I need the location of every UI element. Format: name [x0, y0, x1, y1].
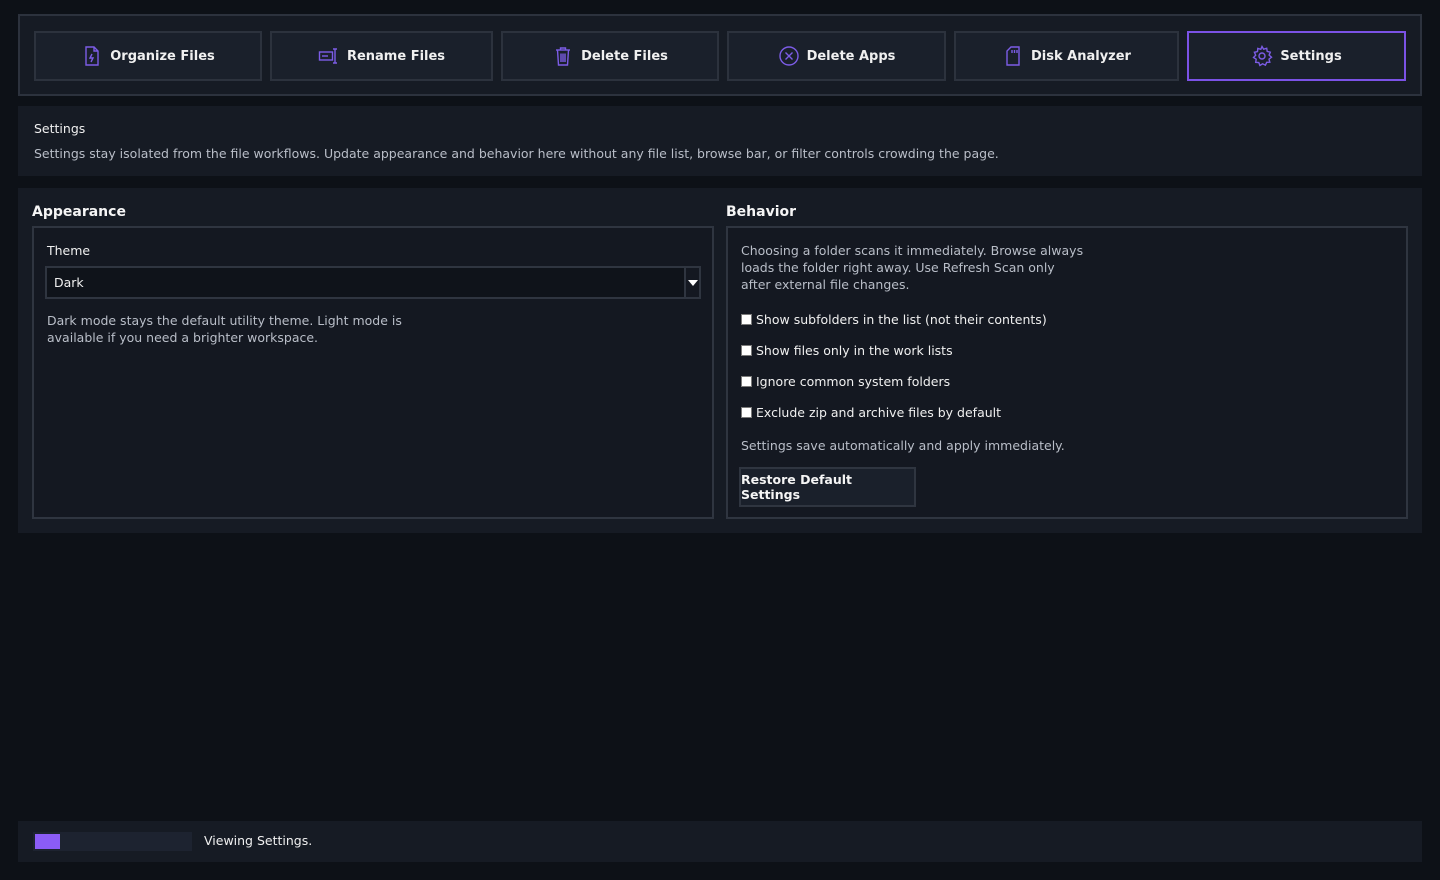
status-bar: Viewing Settings.	[18, 821, 1422, 862]
page-description: Settings stay isolated from the file wor…	[34, 146, 999, 161]
option-label: Show files only in the work lists	[756, 343, 953, 358]
tab-label: Delete Files	[581, 48, 668, 64]
tab-delete-apps[interactable]: Delete Apps	[727, 31, 946, 81]
tab-organize-files[interactable]: Organize Files	[34, 31, 262, 81]
info-panel: Settings Settings stay isolated from the…	[18, 106, 1422, 176]
checkbox[interactable]	[741, 407, 752, 418]
appearance-heading: Appearance	[32, 204, 126, 220]
theme-help-text: Dark mode stays the default utility them…	[47, 313, 402, 345]
trash-icon	[552, 45, 574, 67]
tab-label: Delete Apps	[806, 48, 896, 64]
settings-panel: Appearance Theme Dark Dark mode stays th…	[18, 188, 1422, 533]
theme-label: Theme	[47, 243, 91, 258]
autosave-note: Settings save automatically and apply im…	[741, 438, 1065, 453]
option-label: Show subfolders in the list (not their c…	[756, 312, 1047, 327]
tab-label: Disk Analyzer	[1031, 48, 1131, 64]
tab-delete-files[interactable]: Delete Files	[501, 31, 719, 81]
tab-label: Organize Files	[110, 48, 215, 64]
restore-defaults-button[interactable]: Restore Default Settings	[739, 467, 916, 507]
tab-bar: Organize Files Rename Files Delete Files	[18, 14, 1422, 96]
sd-card-icon	[1002, 45, 1024, 67]
checkbox[interactable]	[741, 345, 752, 356]
option-label: Exclude zip and archive files by default	[756, 405, 1002, 420]
checkbox[interactable]	[741, 376, 752, 387]
progress-fill	[33, 832, 62, 851]
tab-disk-analyzer[interactable]: Disk Analyzer	[954, 31, 1179, 81]
page-title: Settings	[34, 121, 86, 136]
chevron-down-icon[interactable]	[684, 266, 701, 299]
theme-selected-value: Dark	[54, 275, 84, 290]
behavior-heading: Behavior	[726, 204, 797, 220]
tab-label: Settings	[1280, 48, 1342, 64]
tab-label: Rename Files	[346, 48, 446, 64]
option-exclude-archives[interactable]: Exclude zip and archive files by default	[741, 405, 1001, 420]
option-label: Ignore common system folders	[756, 374, 951, 389]
option-show-files-only[interactable]: Show files only in the work lists	[741, 343, 953, 358]
theme-select[interactable]: Dark	[45, 266, 701, 299]
behavior-description: Choosing a folder scans it immediately. …	[741, 243, 1084, 292]
tab-rename-files[interactable]: Rename Files	[270, 31, 493, 81]
appearance-group: Theme Dark Dark mode stays the default u…	[32, 226, 714, 519]
behavior-group: Choosing a folder scans it immediately. …	[726, 226, 1408, 519]
option-show-subfolders[interactable]: Show subfolders in the list (not their c…	[741, 312, 1047, 327]
circle-x-icon	[778, 45, 800, 67]
status-text: Viewing Settings.	[204, 833, 313, 848]
organize-file-icon	[81, 45, 103, 67]
tab-settings[interactable]: Settings	[1187, 31, 1406, 81]
progress-bar	[33, 832, 192, 851]
checkbox[interactable]	[741, 314, 752, 325]
gear-icon	[1251, 45, 1273, 67]
rename-icon	[318, 45, 340, 67]
option-ignore-system-folders[interactable]: Ignore common system folders	[741, 374, 950, 389]
